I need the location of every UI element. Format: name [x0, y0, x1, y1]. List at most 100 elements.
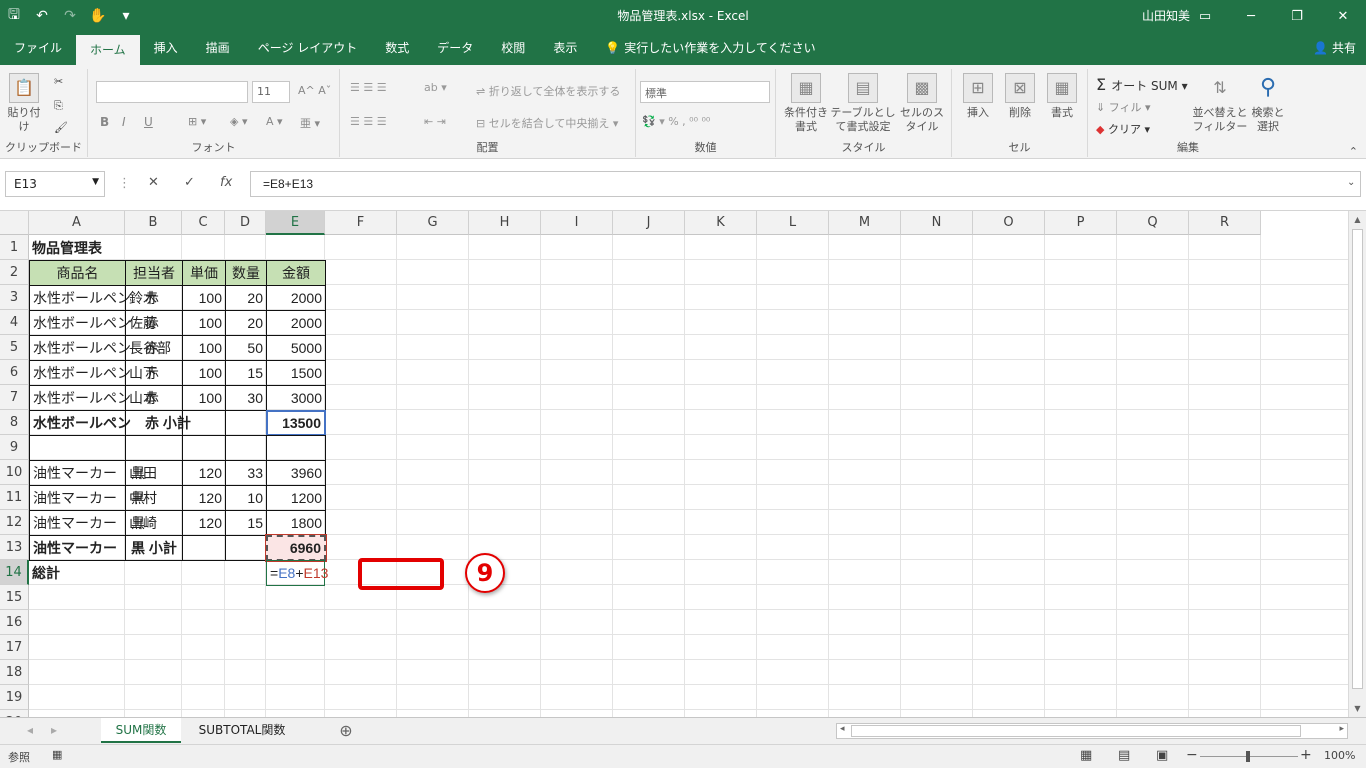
row-header-1[interactable]: 1 — [0, 235, 29, 260]
indent-icon[interactable]: ⇤ ⇥ — [424, 115, 446, 128]
table-cell[interactable]: 120 — [182, 460, 226, 486]
table-cell[interactable]: 100 — [182, 335, 226, 361]
share-button[interactable]: 👤 共有 — [1313, 32, 1356, 65]
enter-icon[interactable]: ✓ — [184, 175, 195, 190]
restore-icon[interactable]: ❐ — [1274, 0, 1320, 32]
page-break-view-icon[interactable]: ▣ — [1156, 748, 1168, 763]
table-cell[interactable]: 油性マーカー 黒 — [29, 510, 145, 536]
cancel-icon[interactable]: ✕ — [148, 175, 159, 190]
grow-font-icon[interactable]: A^ Aˇ — [298, 84, 331, 97]
table-cell[interactable]: 5000 — [266, 335, 326, 361]
header-cell[interactable]: 単価 — [182, 260, 226, 286]
scroll-up-icon[interactable]: ▲ — [1349, 211, 1366, 224]
font-name-box[interactable] — [96, 81, 248, 103]
zoom-thumb[interactable] — [1246, 751, 1250, 762]
customize-icon[interactable]: ▾ — [112, 0, 140, 32]
table-cell[interactable]: 山下 — [125, 360, 183, 386]
top-align-icon[interactable]: ☰ ☰ ☰ — [350, 81, 387, 94]
table-cell[interactable]: 油性マーカー 黒 小計 — [29, 535, 177, 561]
row-header-19[interactable]: 19 — [0, 685, 29, 710]
tab-insert[interactable]: 挿入 — [140, 32, 192, 65]
sheet-title-cell[interactable]: 物品管理表 — [29, 235, 229, 261]
scroll-left-icon[interactable]: ◂ — [840, 724, 845, 734]
left-align-icon[interactable]: ☰ ☰ ☰ — [350, 115, 387, 128]
number-format-box[interactable]: 標準 — [640, 81, 770, 103]
table-cell[interactable] — [29, 435, 126, 461]
table-cell[interactable] — [182, 435, 226, 461]
table-cell[interactable]: 33 — [225, 460, 267, 486]
column-header-p[interactable]: P — [1045, 211, 1117, 235]
format-cells-button[interactable]: ▦ 書式 — [1042, 73, 1082, 120]
table-cell[interactable]: 山本 — [125, 385, 183, 411]
table-cell[interactable]: 1800 — [266, 510, 326, 536]
table-cell[interactable] — [182, 535, 226, 561]
zoom-level[interactable]: 100% — [1324, 749, 1355, 762]
collapse-ribbon-icon[interactable]: ⌃ — [1349, 145, 1358, 158]
column-header-a[interactable]: A — [29, 211, 125, 235]
row-header-6[interactable]: 6 — [0, 360, 29, 385]
table-cell[interactable]: 30 — [225, 385, 267, 411]
table-cell[interactable]: 1200 — [266, 485, 326, 511]
table-cell[interactable]: 20 — [225, 285, 267, 311]
row-header-2[interactable]: 2 — [0, 260, 29, 285]
fill-button[interactable]: ⇓ フィル ▾ — [1096, 99, 1151, 115]
italic-button[interactable]: I — [122, 115, 126, 129]
table-cell[interactable]: 山崎 — [125, 510, 183, 536]
row-header-5[interactable]: 5 — [0, 335, 29, 360]
vertical-scrollbar[interactable]: ▲ ▼ — [1348, 211, 1366, 717]
table-cell[interactable]: 鈴木 — [125, 285, 183, 311]
macro-record-icon[interactable]: ▦ — [52, 748, 62, 761]
table-cell[interactable]: 水性ボールペン 赤 — [29, 285, 159, 311]
touch-mode-icon[interactable]: ✋ — [84, 0, 112, 32]
font-size-box[interactable]: 11 — [252, 81, 290, 103]
undo-icon[interactable]: ↶ — [28, 0, 56, 32]
table-cell[interactable]: 15 — [225, 360, 267, 386]
row-header-7[interactable]: 7 — [0, 385, 29, 410]
insert-function-icon[interactable]: fx — [220, 175, 232, 190]
table-cell[interactable]: 100 — [182, 360, 226, 386]
column-header-m[interactable]: M — [829, 211, 901, 235]
table-cell[interactable]: 120 — [182, 485, 226, 511]
table-cell[interactable]: 3000 — [266, 385, 326, 411]
row-header-11[interactable]: 11 — [0, 485, 29, 510]
column-header-n[interactable]: N — [901, 211, 973, 235]
table-cell[interactable]: 中村 — [125, 485, 183, 511]
header-cell[interactable]: 数量 — [225, 260, 267, 286]
table-cell[interactable]: 1500 — [266, 360, 326, 386]
column-header-r[interactable]: R — [1189, 211, 1261, 235]
fill-color-icon[interactable]: ◈ ▾ — [230, 115, 247, 128]
page-layout-view-icon[interactable]: ▤ — [1118, 748, 1130, 763]
table-cell[interactable] — [266, 435, 326, 461]
save-icon[interactable]: 🖫 — [0, 0, 28, 32]
table-cell[interactable] — [225, 535, 267, 561]
table-cell[interactable]: 3960 — [266, 460, 326, 486]
merge-center-button[interactable]: ⊟ セルを結合して中央揃え ▾ — [476, 115, 618, 131]
tab-formulas[interactable]: 数式 — [371, 32, 423, 65]
copy-icon[interactable]: ⎘ — [54, 99, 63, 113]
expand-formula-icon[interactable]: ⌄ — [1347, 177, 1355, 188]
table-cell[interactable]: 水性ボールペン 赤 — [29, 310, 159, 336]
header-cell[interactable]: 担当者 — [125, 260, 183, 286]
tab-file[interactable]: ファイル — [0, 32, 76, 65]
sheet-tab-subtotal[interactable]: SUBTOTAL関数 — [183, 718, 301, 743]
editing-cell-e14[interactable]: = E8 + E13 — [266, 560, 328, 586]
tell-me-box[interactable]: 💡 実行したい作業を入力してください — [591, 32, 829, 65]
select-all-corner[interactable] — [0, 211, 29, 235]
worksheet-grid[interactable]: A B C D E F G H I J K L M N O P Q R 1 2 3 4 5 6 7 8 9 10 11 12 13 14 15 1… — [0, 211, 1348, 717]
table-cell[interactable]: 2000 — [266, 285, 326, 311]
normal-view-icon[interactable]: ▦ — [1080, 748, 1092, 763]
autosum-button[interactable]: Σ オート SUM ▾ — [1096, 75, 1188, 94]
column-header-q[interactable]: Q — [1117, 211, 1189, 235]
table-cell[interactable]: 油性マーカー 黒 — [29, 460, 145, 486]
format-as-table-button[interactable]: ▤ テーブルとして書式設定 — [830, 73, 896, 134]
column-header-c[interactable]: C — [182, 211, 225, 235]
ribbon-display-icon[interactable]: ▭ — [1182, 0, 1228, 32]
bold-button[interactable]: B — [100, 115, 109, 129]
next-sheet-icon[interactable]: ▸ — [44, 718, 64, 743]
scroll-right-icon[interactable]: ▸ — [1339, 724, 1344, 734]
scroll-down-icon[interactable]: ▼ — [1349, 704, 1366, 713]
tab-data[interactable]: データ — [423, 32, 487, 65]
table-cell[interactable]: 20 — [225, 310, 267, 336]
column-header-e[interactable]: E — [266, 211, 325, 235]
conditional-format-button[interactable]: ▦ 条件付き書式 — [780, 73, 832, 134]
